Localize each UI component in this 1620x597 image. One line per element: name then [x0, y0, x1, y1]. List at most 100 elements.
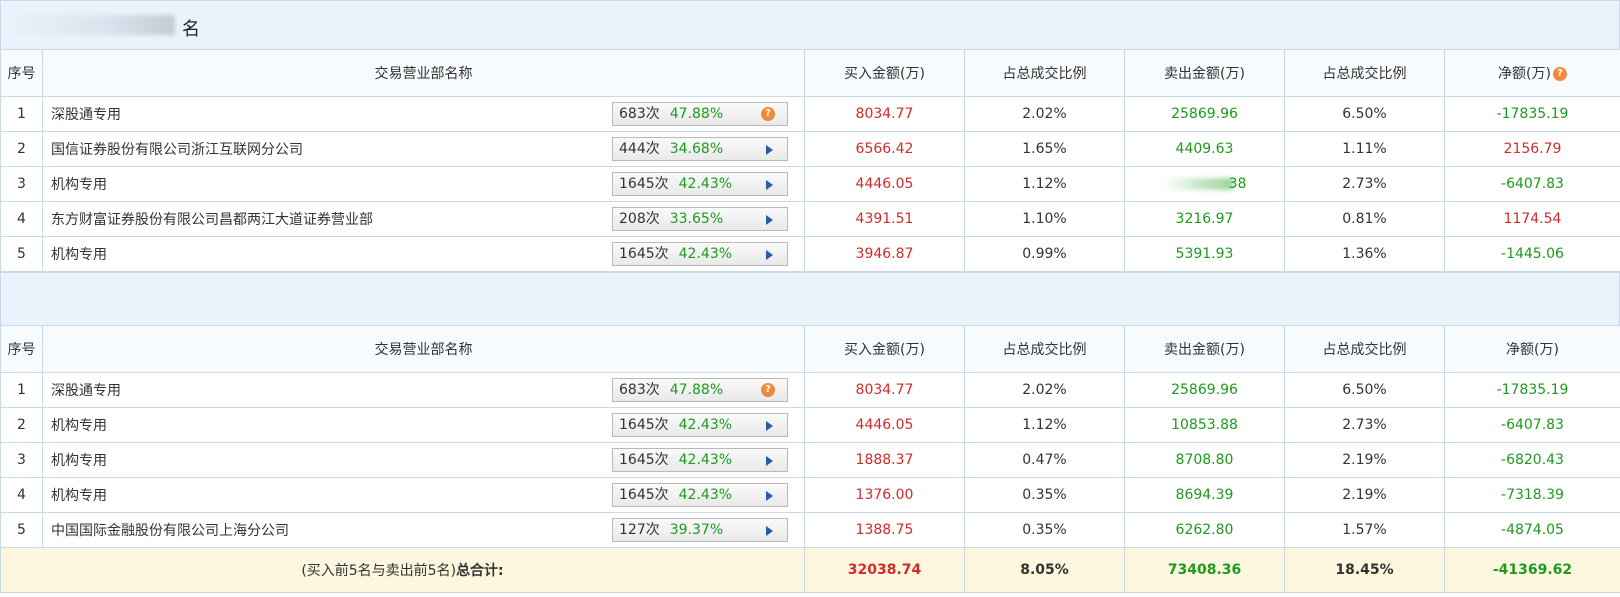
- question-icon[interactable]: ?: [1552, 67, 1567, 81]
- table-header-row: 序号 交易营业部名称 买入金额(万) 占总成交比例 卖出金额(万) 占总成交比例…: [0, 325, 1620, 373]
- buy-ratio: 1.65%: [964, 131, 1125, 167]
- sell-amount: 4409.63: [1124, 131, 1285, 167]
- row-index: 5: [0, 512, 43, 548]
- branch-name-cell: 东方财富证券股份有限公司昌都两江大道证券营业部 208次 33.65%: [42, 201, 805, 237]
- header-sell-amount[interactable]: 卖出金额(万): [1124, 49, 1285, 97]
- sell-amount: 3216.97: [1124, 201, 1285, 237]
- table-row: 1 深股通专用 683次 47.88%? 8034.77 2.02% 25869.96 6.5…: [0, 372, 1620, 408]
- row-index: 5: [0, 236, 43, 272]
- net-amount: -6407.83: [1444, 166, 1620, 202]
- trade-count: 1645次: [619, 417, 669, 433]
- header-net-amount[interactable]: 净额(万): [1444, 325, 1620, 373]
- total-sell: 73408.36: [1124, 547, 1285, 593]
- branch-name[interactable]: 机构专用: [51, 177, 107, 193]
- sell-ratio: 2.19%: [1284, 442, 1445, 478]
- trade-count-badge[interactable]: 208次 33.65%: [612, 207, 788, 231]
- branch-name[interactable]: 深股通专用: [51, 107, 121, 123]
- buy-amount: 1888.37: [804, 442, 965, 478]
- trade-count-badge[interactable]: 683次 47.88%?: [612, 102, 788, 126]
- header-index: 序号: [0, 325, 43, 373]
- branch-name[interactable]: 机构专用: [51, 453, 107, 469]
- trade-count-badge[interactable]: 1645次 42.43%: [612, 448, 788, 472]
- win-rate: 34.68%: [669, 141, 724, 157]
- trade-count: 683次: [619, 382, 660, 398]
- branch-name-cell: 国信证券股份有限公司浙江互联网分公司 444次 34.68%: [42, 131, 805, 167]
- branch-name[interactable]: 机构专用: [51, 247, 107, 263]
- total-row: (买入前5名与卖出前5名)总合计: 32038.74 8.05% 73408.3…: [0, 547, 1620, 593]
- row-index: 1: [0, 96, 43, 132]
- branch-name[interactable]: 东方财富证券股份有限公司昌都两江大道证券营业部: [51, 212, 373, 228]
- sell-amount: 6262.80: [1124, 512, 1285, 548]
- branch-name[interactable]: 中国国际金融股份有限公司上海分公司: [51, 523, 289, 539]
- buy-ratio: 0.47%: [964, 442, 1125, 478]
- buy-ratio: 1.12%: [964, 166, 1125, 202]
- sell-amount-value: 5391.93: [1175, 246, 1234, 262]
- sell-amount: 38: [1124, 166, 1285, 202]
- branch-name-cell: 机构专用 1645次 42.43%: [42, 477, 805, 513]
- sell-ratio: 6.50%: [1284, 96, 1445, 132]
- header-buy-ratio[interactable]: 占总成交比例: [964, 325, 1125, 373]
- sell-amount-value: 8694.39: [1175, 487, 1234, 503]
- question-icon[interactable]: ?: [761, 107, 775, 121]
- sell-amount-value: 4409.63: [1175, 141, 1234, 157]
- play-arrow-icon[interactable]: [766, 456, 773, 466]
- trade-count-badge[interactable]: 1645次 42.43%: [612, 172, 788, 196]
- row-index: 4: [0, 477, 43, 513]
- header-buy-amount[interactable]: 买入金额(万): [804, 325, 965, 373]
- header-net-amount[interactable]: 净额(万)?: [1444, 49, 1620, 97]
- play-arrow-icon[interactable]: [766, 491, 773, 501]
- win-rate: 33.65%: [669, 211, 724, 227]
- buy-amount: 8034.77: [804, 96, 965, 132]
- branch-name[interactable]: 国信证券股份有限公司浙江互联网分公司: [51, 142, 303, 158]
- row-index: 2: [0, 131, 43, 167]
- header-sell-ratio[interactable]: 占总成交比例: [1284, 325, 1445, 373]
- buy-ratio: 1.10%: [964, 201, 1125, 237]
- branch-name-cell: 机构专用 1645次 42.43%: [42, 236, 805, 272]
- net-amount: -7318.39: [1444, 477, 1620, 513]
- trade-count: 1645次: [619, 176, 669, 192]
- branch-name-cell: 机构专用 1645次 42.43%: [42, 166, 805, 202]
- branch-name[interactable]: 机构专用: [51, 418, 107, 434]
- win-rate: 42.43%: [678, 176, 733, 192]
- sell-amount-value: 10853.88: [1171, 417, 1238, 433]
- buy-ratio: 1.12%: [964, 407, 1125, 443]
- net-amount: -6407.83: [1444, 407, 1620, 443]
- header-sell-amount[interactable]: 卖出金额(万): [1124, 325, 1285, 373]
- sell-amount: 25869.96: [1124, 96, 1285, 132]
- win-rate: 42.43%: [678, 417, 733, 433]
- play-arrow-icon[interactable]: [766, 145, 773, 155]
- table-row: 4 机构专用 1645次 42.43% 1376.00 0.35% 8694.39 2.19%…: [0, 477, 1620, 513]
- sell-amount-value: 25869.96: [1171, 382, 1238, 398]
- header-sell-ratio[interactable]: 占总成交比例: [1284, 49, 1445, 97]
- play-arrow-icon[interactable]: [766, 180, 773, 190]
- trade-count-badge[interactable]: 444次 34.68%: [612, 137, 788, 161]
- total-buy-ratio: 8.05%: [964, 547, 1125, 593]
- header-buy-amount[interactable]: 买入金额(万): [804, 49, 965, 97]
- branch-name[interactable]: 机构专用: [51, 488, 107, 504]
- trade-count-badge[interactable]: 683次 47.88%?: [612, 378, 788, 402]
- sell-ratio: 2.19%: [1284, 477, 1445, 513]
- trade-count-badge[interactable]: 1645次 42.43%: [612, 242, 788, 266]
- play-arrow-icon[interactable]: [766, 526, 773, 536]
- play-arrow-icon[interactable]: [766, 215, 773, 225]
- header-branch-name: 交易营业部名称: [42, 49, 805, 97]
- play-arrow-icon[interactable]: [766, 421, 773, 431]
- trade-count-badge[interactable]: 127次 39.37%: [612, 518, 788, 542]
- trade-count: 683次: [619, 106, 660, 122]
- header-buy-ratio[interactable]: 占总成交比例: [964, 49, 1125, 97]
- trading-table-2: 序号 交易营业部名称 买入金额(万) 占总成交比例 卖出金额(万) 占总成交比例…: [0, 325, 1620, 593]
- net-amount: 2156.79: [1444, 131, 1620, 167]
- branch-name-cell: 中国国际金融股份有限公司上海分公司 127次 39.37%: [42, 512, 805, 548]
- blurred-sell-region: [1162, 178, 1233, 190]
- row-index: 3: [0, 442, 43, 478]
- table-row: 5 机构专用 1645次 42.43% 3946.87 0.99% 5391.93 1.36%…: [0, 236, 1620, 272]
- trade-count-badge[interactable]: 1645次 42.43%: [612, 483, 788, 507]
- question-icon[interactable]: ?: [761, 383, 775, 397]
- trade-count-badge[interactable]: 1645次 42.43%: [612, 413, 788, 437]
- play-arrow-icon[interactable]: [766, 250, 773, 260]
- win-rate: 39.37%: [669, 522, 724, 538]
- table-row: 2 国信证券股份有限公司浙江互联网分公司 444次 34.68% 6566.42 1.65…: [0, 131, 1620, 167]
- branch-name[interactable]: 深股通专用: [51, 383, 121, 399]
- header-net-label: 净额(万): [1498, 66, 1551, 82]
- row-index: 3: [0, 166, 43, 202]
